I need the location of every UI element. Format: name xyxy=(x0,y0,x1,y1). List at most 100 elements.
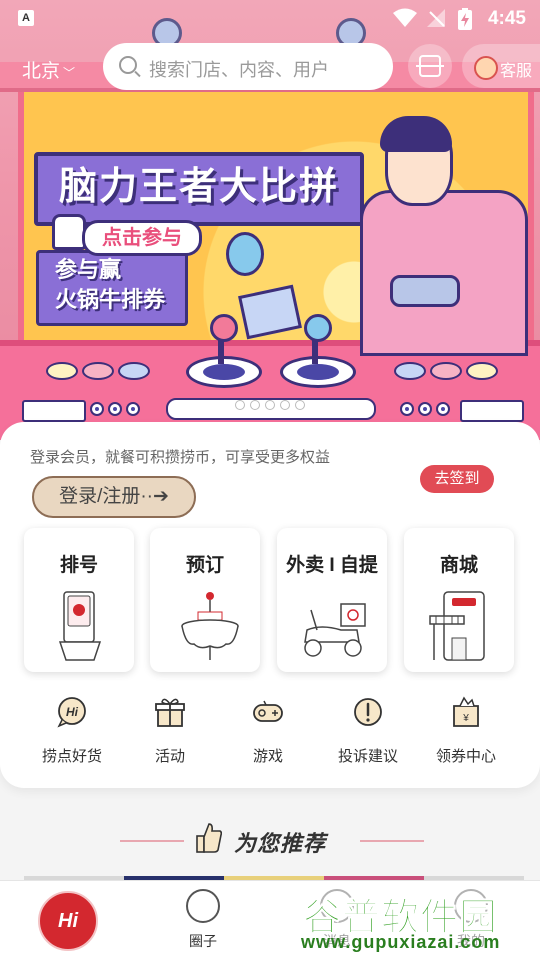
queue-kiosk-icon xyxy=(58,591,102,661)
quick-link-label: 游戏 xyxy=(252,748,283,765)
panel-dot-icon xyxy=(418,402,432,416)
gamepad-icon xyxy=(253,700,283,722)
recommend-section: 为您推荐 xyxy=(0,788,540,880)
gamer-illustration-body xyxy=(360,190,528,356)
panel-dot-icon xyxy=(90,402,104,416)
banner-cta-label: 点击参与 xyxy=(102,227,182,249)
banner-prize-board: 参与赢 火锅牛排券 xyxy=(36,250,188,326)
checkin-button[interactable]: 去签到 xyxy=(420,465,494,493)
city-selector[interactable]: 北京 ﹀ xyxy=(22,56,75,83)
quick-link-activity[interactable]: 活动 xyxy=(120,696,220,766)
carousel-dot[interactable] xyxy=(265,400,275,410)
carousel-dot[interactable] xyxy=(295,400,305,410)
customer-service-avatar-icon xyxy=(474,56,498,80)
svg-text:Hi: Hi xyxy=(66,705,79,719)
carousel-dot-active[interactable] xyxy=(250,400,260,410)
quick-link-games[interactable]: 游戏 xyxy=(218,696,318,766)
quick-link-label: 投诉建议 xyxy=(337,748,398,765)
service-card-queue[interactable]: 排号 xyxy=(24,528,134,672)
recommend-title: 为您推荐 xyxy=(234,831,327,856)
exclamation-icon xyxy=(354,698,382,726)
panel-dot-icon xyxy=(400,402,414,416)
no-signal-icon xyxy=(427,9,445,27)
city-label: 北京 xyxy=(22,61,61,82)
arcade-button-icon xyxy=(466,362,498,380)
service-label: 外卖 I 自提 xyxy=(286,555,378,576)
reserved-table-icon xyxy=(181,592,239,660)
quick-link-label: 捞点好货 xyxy=(41,748,102,765)
banner-title-board: 脑力王者大比拼 xyxy=(34,152,364,226)
search-icon xyxy=(119,56,137,74)
thumbs-up-icon xyxy=(196,823,222,853)
service-card-shop[interactable]: 商城 xyxy=(404,528,514,672)
panel-dot-icon xyxy=(126,402,140,416)
gift-box-icon xyxy=(155,698,185,727)
game-controller-icon xyxy=(390,275,460,307)
delivery-scooter-icon xyxy=(304,603,366,657)
notification-icon: A xyxy=(18,10,34,26)
arcade-button-icon xyxy=(394,362,426,380)
joystick-ball-left-icon xyxy=(210,314,238,342)
coupon-bag-icon: ¥ xyxy=(453,696,479,727)
home-logo-icon: Hi xyxy=(58,910,78,932)
speaker-grille-right xyxy=(460,400,524,422)
joystick-ball-right-icon xyxy=(304,314,332,342)
member-tip: 登录会员，就餐可积攒捞币，可享受更多权益 xyxy=(30,449,331,466)
quick-link-goods[interactable]: Hi 捞点好货 xyxy=(22,696,122,766)
panel-dot-icon xyxy=(108,402,122,416)
service-label: 商城 xyxy=(439,555,478,576)
banner-title: 脑力王者大比拼 xyxy=(58,166,339,208)
chevron-down-icon: ﹀ xyxy=(63,66,76,80)
service-card-delivery[interactable]: 外卖 I 自提 xyxy=(277,528,387,672)
banner-carousel-indicator[interactable] xyxy=(232,398,308,412)
service-label: 预订 xyxy=(185,555,224,576)
checkin-label: 去签到 xyxy=(434,470,480,487)
pointing-hand-icon xyxy=(52,214,86,250)
arcade-button-icon xyxy=(430,362,462,380)
quick-link-feedback[interactable]: 投诉建议 xyxy=(318,696,418,766)
tab-circle[interactable]: 圈子 xyxy=(168,889,238,955)
balloon-icon xyxy=(226,232,264,276)
status-time: 4:45 xyxy=(487,8,526,29)
wifi-icon xyxy=(393,8,417,27)
search-placeholder: 搜索门店、内容、用户 xyxy=(149,60,329,80)
login-register-button[interactable]: 登录/注册··➔ xyxy=(32,476,196,518)
login-register-label: 登录/注册··➔ xyxy=(59,486,169,507)
joystick-base-right xyxy=(280,356,356,388)
scan-button[interactable] xyxy=(408,44,452,88)
carousel-dot[interactable] xyxy=(235,400,245,410)
panel-dot-icon xyxy=(436,402,450,416)
member-card: 登录会员，就餐可积攒捞币，可享受更多权益 登录/注册··➔ 去签到 排号 预订 … xyxy=(0,422,540,788)
gamer-illustration-hair xyxy=(380,116,452,152)
circle-refresh-icon xyxy=(186,889,220,923)
arcade-button-icon xyxy=(118,362,150,380)
scan-line xyxy=(416,65,444,67)
divider-left xyxy=(120,840,184,842)
hi-badge-icon: Hi xyxy=(57,697,86,728)
watermark-url: www.gupuxiazai.com xyxy=(301,932,501,952)
tab-home[interactable]: Hi xyxy=(38,891,98,951)
customer-service-button[interactable]: 客服 xyxy=(462,44,540,88)
quick-link-label: 活动 xyxy=(154,748,185,765)
banner-cta-button[interactable]: 点击参与 xyxy=(82,220,202,256)
shop-storefront-icon xyxy=(429,591,485,661)
prize-line: 参与赢 xyxy=(55,257,122,282)
battery-charging-icon xyxy=(458,8,472,30)
quick-link-label: 领券中心 xyxy=(435,748,496,765)
divider-right xyxy=(360,840,424,842)
service-label: 排号 xyxy=(59,555,98,576)
arcade-button-icon xyxy=(46,362,78,380)
status-bar: A 4:45 xyxy=(0,0,540,36)
quick-link-coupons[interactable]: ¥ 领券中心 xyxy=(416,696,516,766)
search-input[interactable]: 搜索门店、内容、用户 xyxy=(103,43,393,90)
tab-label: 圈子 xyxy=(189,933,217,949)
speaker-grille-left xyxy=(22,400,86,422)
prize-line: 火锅牛排券 xyxy=(55,287,166,312)
joystick-base-left xyxy=(186,356,262,388)
carousel-dot[interactable] xyxy=(280,400,290,410)
service-card-reserve[interactable]: 预订 xyxy=(150,528,260,672)
arcade-button-icon xyxy=(82,362,114,380)
svg-text:¥: ¥ xyxy=(462,713,469,724)
watermark: 谷普软件园 www.gupuxiazai.com xyxy=(295,884,540,960)
customer-service-label: 客服 xyxy=(500,63,533,80)
